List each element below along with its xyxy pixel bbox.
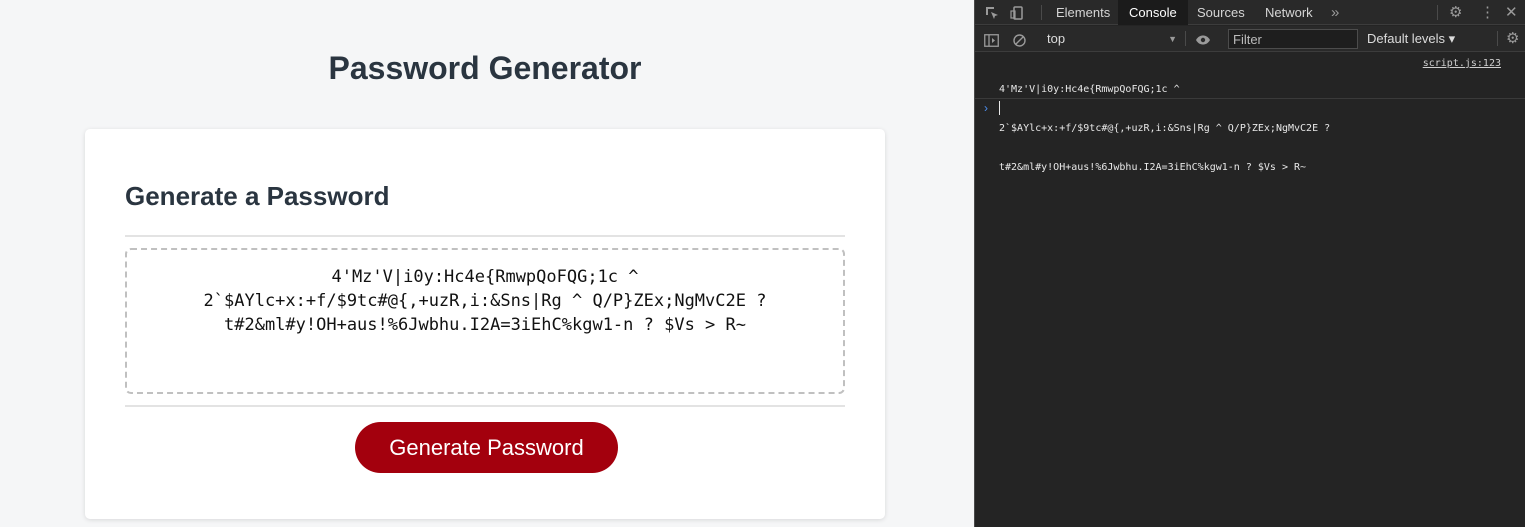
card-header-divider — [125, 235, 845, 237]
tab-console[interactable]: Console — [1118, 0, 1188, 25]
close-icon[interactable]: ✕ — [1505, 0, 1518, 25]
console-input-cursor[interactable] — [999, 101, 1000, 115]
chevron-down-icon: ▼ — [1168, 34, 1177, 44]
sidebar-toggle-icon[interactable] — [984, 26, 999, 52]
clear-console-icon[interactable] — [1013, 26, 1026, 52]
filter-input[interactable] — [1228, 29, 1358, 49]
inspect-element-icon[interactable] — [985, 0, 999, 25]
password-line-2: 2`$AYlc+x:+f/$9tc#@{,+uzR,i:&Sns|Rg ^ Q/… — [203, 291, 767, 311]
password-output[interactable]: 4'Mz'V|i0y:Hc4e{RmwpQoFQG;1c ^ 2`$AYlc+x… — [125, 248, 845, 394]
eye-icon[interactable] — [1195, 26, 1211, 52]
console-prompt-icon: › — [984, 101, 988, 115]
tab-sources[interactable]: Sources — [1186, 0, 1256, 25]
console-settings-gear-icon[interactable]: ⚙ — [1506, 26, 1519, 52]
console-toolbar: top ▼ Default levels ▾ ⚙ — [975, 26, 1525, 52]
password-line-1: 4'Mz'V|i0y:Hc4e{RmwpQoFQG;1c ^ — [331, 267, 639, 287]
tab-separator — [1437, 5, 1438, 20]
card-title: Generate a Password — [125, 181, 390, 211]
log-source-link[interactable]: script.js:123 — [1423, 57, 1501, 70]
page-title: Password Generator — [328, 50, 642, 86]
password-line-3: t#2&ml#y!OH+aus!%6Jwbhu.I2A=3iEhC%kgw1-n… — [224, 315, 746, 335]
context-selector[interactable]: top ▼ — [1047, 30, 1177, 48]
console-output: 4'Mz'V|i0y:Hc4e{RmwpQoFQG;1c ^ 2`$AYlc+x… — [975, 53, 1525, 527]
more-options-icon[interactable]: ⋮ — [1480, 0, 1495, 25]
tab-elements[interactable]: Elements — [1045, 0, 1121, 25]
toolbar-separator — [1185, 31, 1186, 46]
console-log-line-2: 2`$AYlc+x:+f/$9tc#@{,+uzR,i:&Sns|Rg ^ Q/… — [999, 123, 1331, 134]
console-log-line-1: 4'Mz'V|i0y:Hc4e{RmwpQoFQG;1c ^ — [999, 84, 1180, 95]
card-footer-divider — [125, 405, 845, 407]
more-tabs-icon[interactable]: » — [1331, 0, 1339, 25]
password-card: Generate a Password 4'Mz'V|i0y:Hc4e{Rmwp… — [85, 129, 885, 519]
app-page: Password Generator Generate a Password 4… — [0, 0, 974, 527]
tab-separator — [1041, 5, 1042, 20]
device-toolbar-icon[interactable] — [1010, 0, 1024, 25]
log-levels-dropdown[interactable]: Default levels ▾ — [1367, 26, 1455, 52]
console-log-line-3: t#2&ml#y!OH+aus!%6Jwbhu.I2A=3iEhC%kgw1-n… — [999, 162, 1307, 173]
devtools-tabbar: Elements Console Sources Network » ⚙ ⋮ ✕ — [975, 0, 1525, 25]
devtools-panel: Elements Console Sources Network » ⚙ ⋮ ✕… — [974, 0, 1525, 527]
context-selector-value: top — [1047, 31, 1066, 46]
console-log-entry: 4'Mz'V|i0y:Hc4e{RmwpQoFQG;1c ^ 2`$AYlc+x… — [975, 53, 1525, 173]
gear-icon[interactable]: ⚙ — [1449, 0, 1462, 25]
console-log-message: 4'Mz'V|i0y:Hc4e{RmwpQoFQG;1c ^ 2`$AYlc+x… — [999, 57, 1399, 200]
tab-network[interactable]: Network — [1254, 0, 1324, 25]
toolbar-separator — [1497, 31, 1498, 46]
generate-password-button[interactable]: Generate Password — [355, 422, 618, 473]
